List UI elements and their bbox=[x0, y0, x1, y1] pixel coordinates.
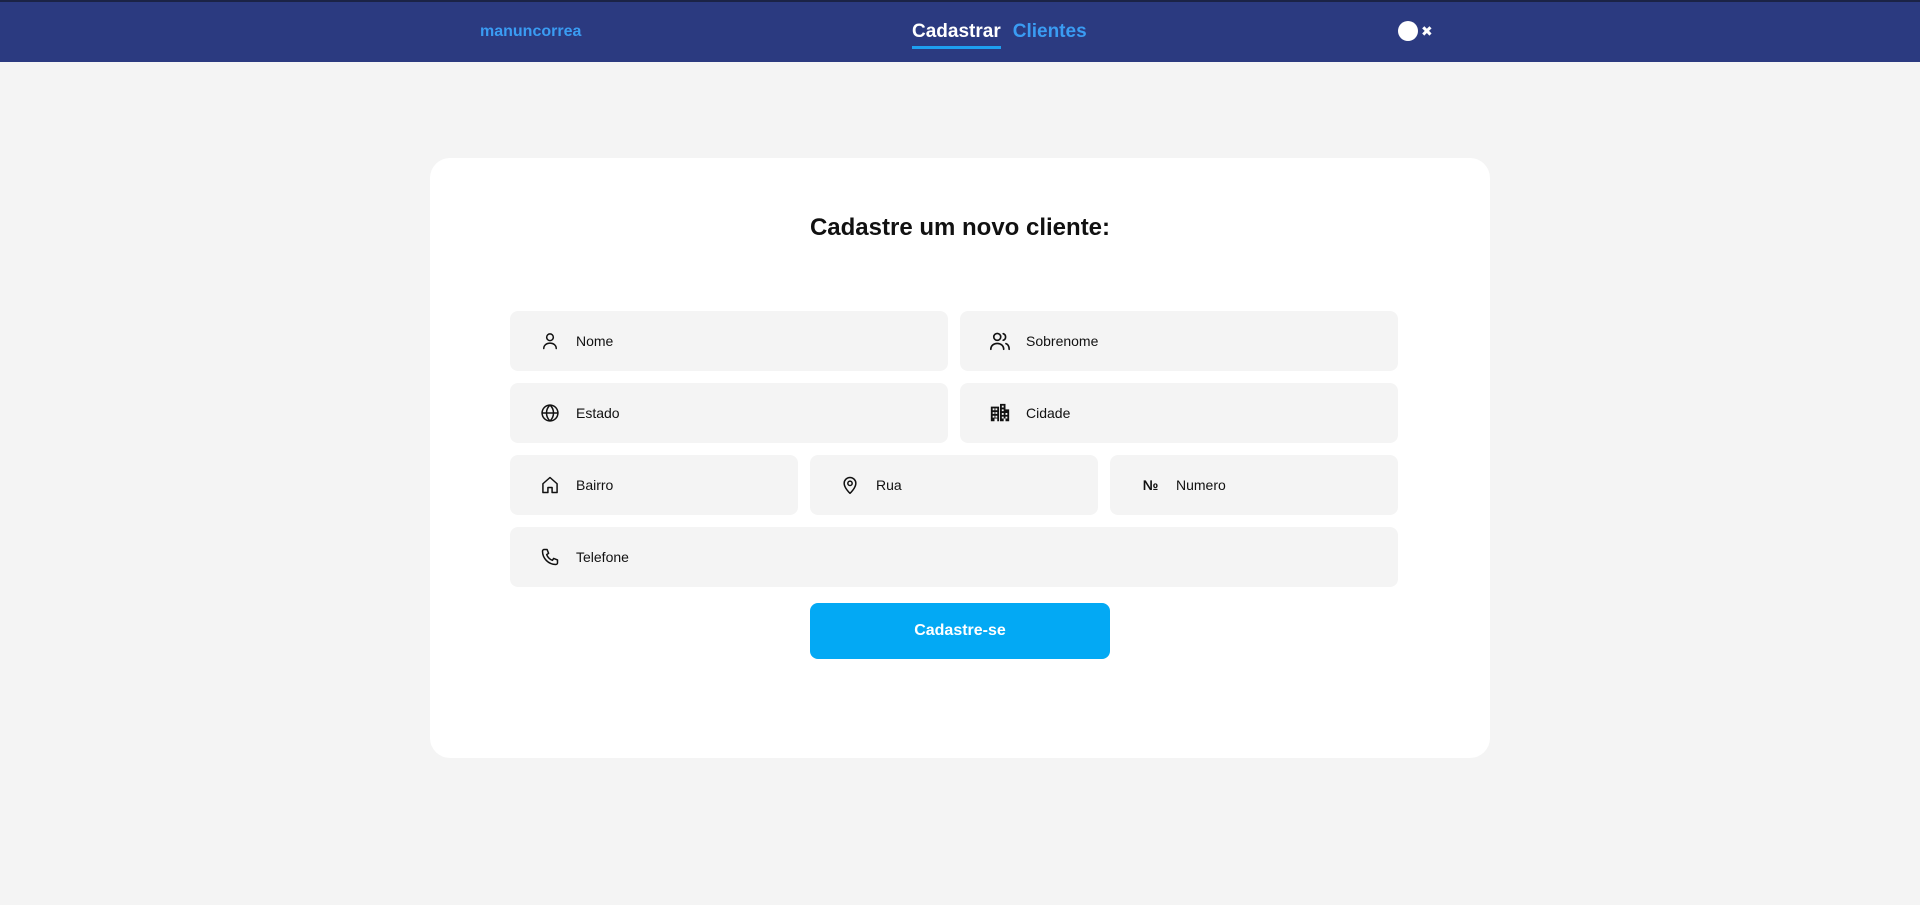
buildings-icon bbox=[988, 401, 1012, 425]
cidade-field[interactable] bbox=[960, 383, 1398, 443]
numero-field[interactable]: № bbox=[1110, 455, 1398, 515]
map-pin-icon bbox=[838, 473, 862, 497]
user-icon bbox=[538, 329, 562, 353]
cadastre-se-button[interactable]: Cadastre-se bbox=[810, 603, 1110, 659]
brand-link[interactable]: manuncorrea bbox=[480, 23, 581, 41]
phone-icon bbox=[538, 545, 562, 569]
estado-input[interactable] bbox=[576, 383, 948, 443]
top-navbar: manuncorrea Cadastrar Clientes ✖ bbox=[0, 0, 1920, 62]
close-icon: ✖ bbox=[1421, 23, 1433, 39]
telefone-input[interactable] bbox=[576, 527, 1398, 587]
nav-cadastrar[interactable]: Cadastrar bbox=[912, 21, 1001, 49]
rua-input[interactable] bbox=[876, 455, 1098, 515]
cidade-input[interactable] bbox=[1026, 383, 1398, 443]
estado-field[interactable] bbox=[510, 383, 948, 443]
home-icon bbox=[538, 473, 562, 497]
form-title: Cadastre um novo cliente: bbox=[809, 214, 1111, 241]
sobrenome-field[interactable] bbox=[960, 311, 1398, 371]
bairro-input[interactable] bbox=[576, 455, 798, 515]
nav-clientes[interactable]: Clientes bbox=[1013, 21, 1087, 49]
toggle-knob bbox=[1398, 21, 1418, 41]
register-card: Cadastre um novo cliente: Nome Sobrenome… bbox=[430, 158, 1490, 758]
theme-toggle[interactable]: ✖ bbox=[1398, 20, 1438, 42]
main-nav: Cadastrar Clientes bbox=[912, 21, 1087, 49]
rua-field[interactable] bbox=[810, 455, 1098, 515]
telefone-field[interactable] bbox=[510, 527, 1398, 587]
nome-field[interactable] bbox=[510, 311, 948, 371]
numero-sign-icon: № bbox=[1142, 477, 1159, 493]
globe-icon bbox=[538, 401, 562, 425]
nome-input[interactable] bbox=[576, 311, 948, 371]
bairro-field[interactable] bbox=[510, 455, 798, 515]
numero-input[interactable] bbox=[1176, 455, 1398, 515]
sobrenome-input[interactable] bbox=[1026, 311, 1398, 371]
users-icon bbox=[988, 329, 1012, 353]
